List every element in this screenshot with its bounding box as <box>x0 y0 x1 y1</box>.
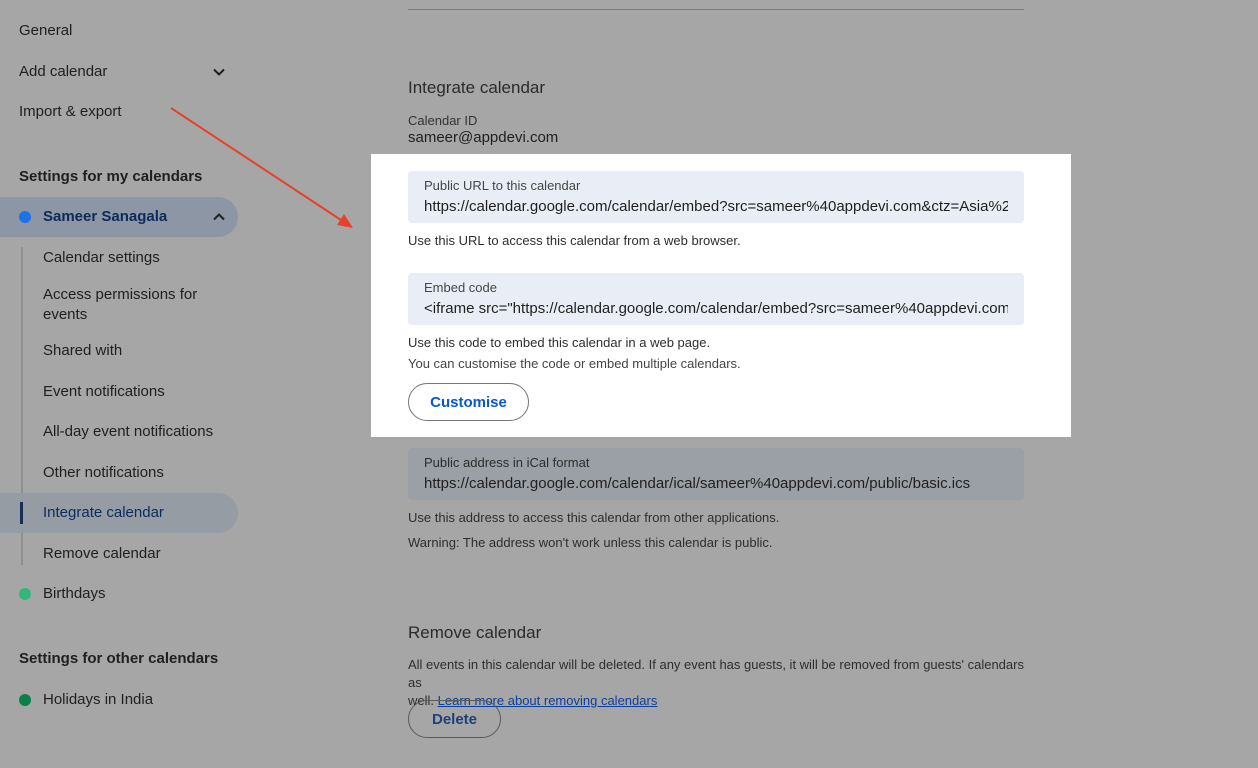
birthdays-color-dot <box>19 588 31 600</box>
ical-address-field[interactable]: Public address in iCal format https://ca… <box>408 448 1024 500</box>
my-calendars-heading: Settings for my calendars <box>19 168 203 185</box>
remove-description: All events in this calendar will be dele… <box>408 656 1028 710</box>
ical-address-value[interactable]: https://calendar.google.com/calendar/ica… <box>424 474 1008 494</box>
sidebar-item-shared-with[interactable]: Shared with <box>43 341 122 361</box>
calendar-row-sameer[interactable]: Sameer Sanagala <box>0 197 238 237</box>
customise-button[interactable]: Customise <box>408 383 529 421</box>
embed-code-value[interactable]: <iframe src="https://calendar.google.com… <box>424 299 1008 319</box>
ical-helper-1: Use this address to access this calendar… <box>408 510 780 525</box>
sidebar-item-allday-notifications[interactable]: All-day event notifications <box>43 422 213 442</box>
calendar-id-label: Calendar ID <box>408 113 478 128</box>
calendar-name-holidays[interactable]: Holidays in India <box>43 690 153 710</box>
public-url-label: Public URL to this calendar <box>424 178 581 193</box>
calendar-id-value: sameer@appdevi.com <box>408 129 559 146</box>
sidebar-item-other-notifications[interactable]: Other notifications <box>43 463 164 483</box>
delete-button[interactable]: Delete <box>408 700 501 738</box>
calendar-color-dot <box>19 211 31 223</box>
section-divider <box>408 9 1024 10</box>
sidebar-item-event-notifications[interactable]: Event notifications <box>43 382 165 402</box>
ical-address-label: Public address in iCal format <box>424 455 590 470</box>
embed-code-label: Embed code <box>424 280 497 295</box>
embed-helper-1: Use this code to embed this calendar in … <box>408 335 711 350</box>
sidebar-item-integrate-calendar[interactable]: Integrate calendar <box>43 503 164 523</box>
settings-sidebar: General Add calendar Import & export Set… <box>0 0 250 768</box>
chevron-down-icon[interactable] <box>211 64 227 80</box>
embed-helper-2: You can customise the code or embed mult… <box>408 356 741 371</box>
nav-add-calendar[interactable]: Add calendar <box>19 62 107 82</box>
embed-code-field[interactable]: Embed code <iframe src="https://calendar… <box>408 273 1024 325</box>
calendar-name-birthdays[interactable]: Birthdays <box>43 584 106 604</box>
active-indicator <box>20 502 23 524</box>
sidebar-item-access-permissions[interactable]: Access permissions for events <box>43 285 213 325</box>
nav-import-export[interactable]: Import & export <box>19 102 122 122</box>
holidays-color-dot <box>19 694 31 706</box>
integrate-calendar-title: Integrate calendar <box>408 78 546 97</box>
ical-helper-2: Warning: The address won't work unless t… <box>408 535 773 550</box>
calendar-name-sameer: Sameer Sanagala <box>43 208 168 225</box>
public-url-helper: Use this URL to access this calendar fro… <box>408 233 741 248</box>
public-url-field[interactable]: Public URL to this calendar https://cale… <box>408 171 1024 223</box>
sidebar-item-calendar-settings[interactable]: Calendar settings <box>43 248 160 268</box>
remove-calendar-title: Remove calendar <box>408 623 542 642</box>
chevron-up-icon[interactable] <box>211 209 227 225</box>
other-calendars-heading: Settings for other calendars <box>19 650 219 667</box>
remove-description-line1: All events in this calendar will be dele… <box>408 657 1024 690</box>
sidebar-item-remove-calendar[interactable]: Remove calendar <box>43 544 161 564</box>
nav-general[interactable]: General <box>19 21 72 41</box>
public-url-value[interactable]: https://calendar.google.com/calendar/emb… <box>424 197 1008 217</box>
